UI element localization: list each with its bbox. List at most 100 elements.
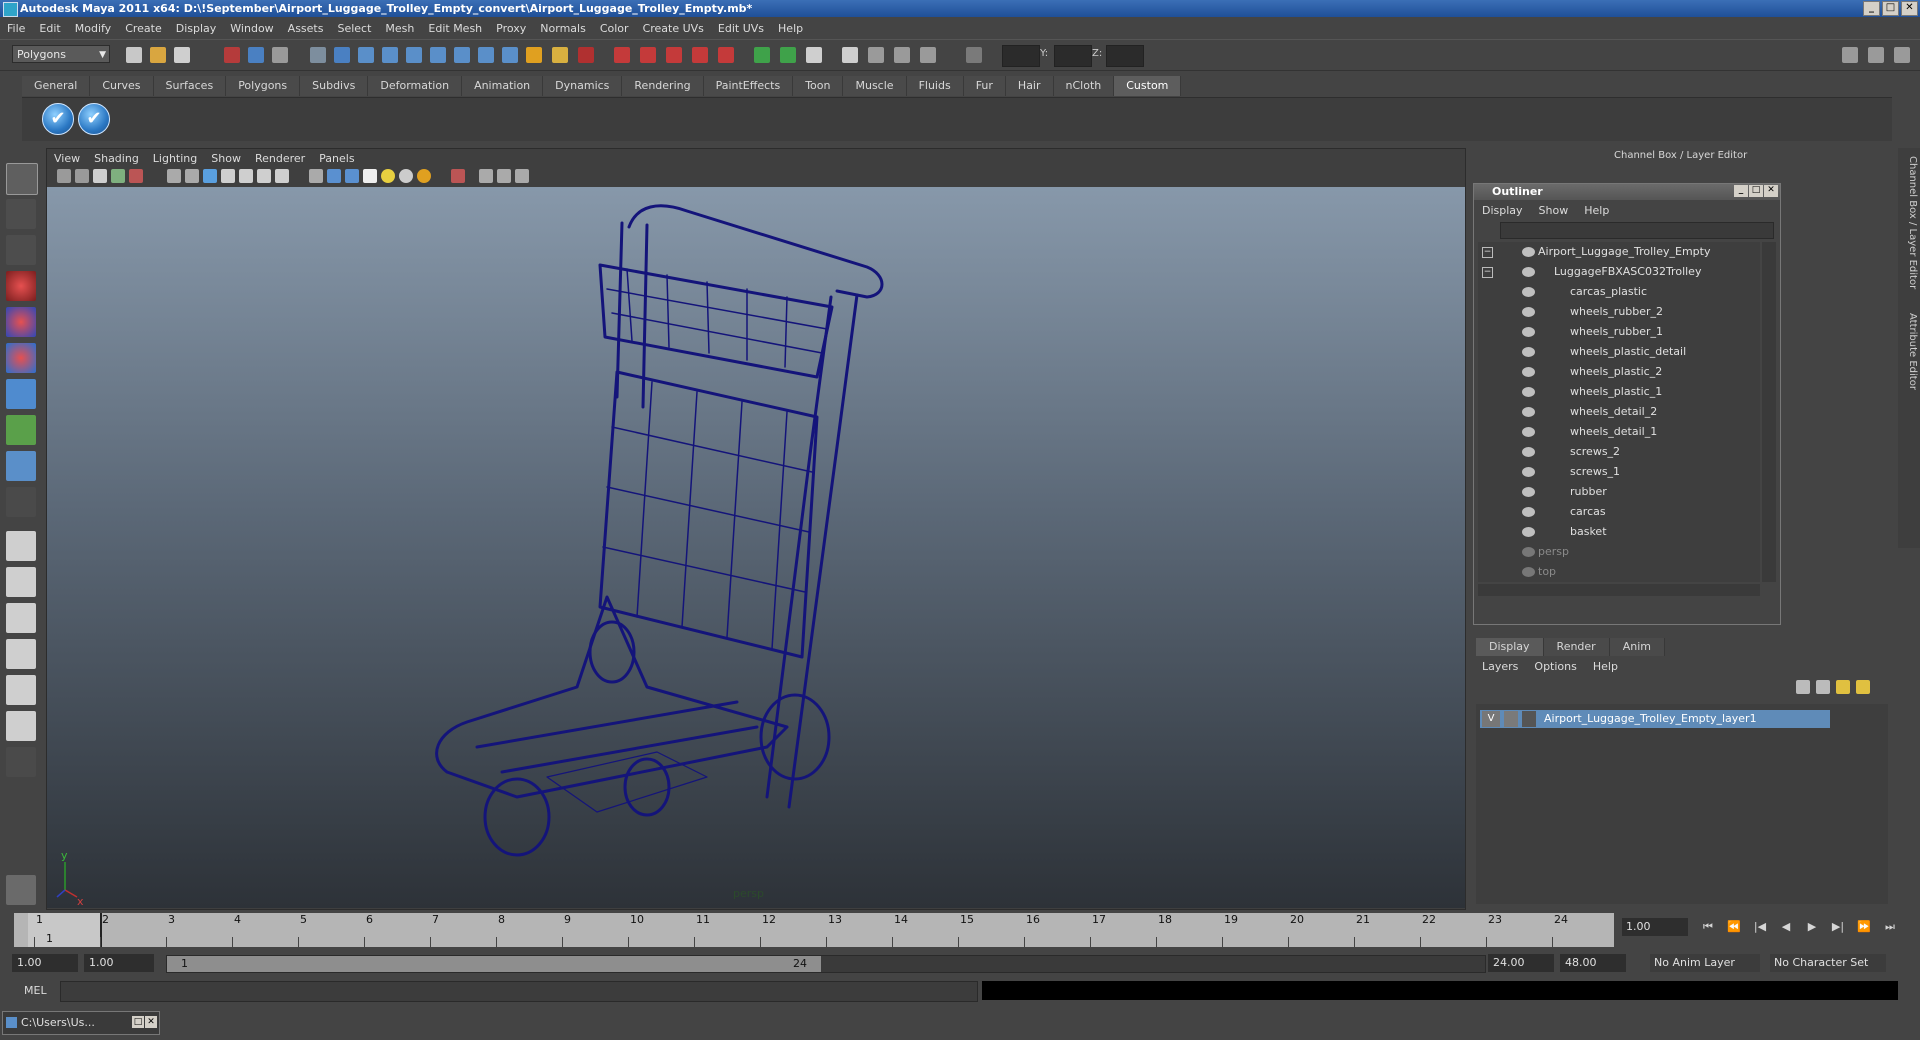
range-slider-handle[interactable]: 1 24 [167,956,821,972]
shelf-tab-toon[interactable]: Toon [793,76,844,96]
menu-select[interactable]: Select [330,22,378,35]
outliner-item[interactable]: carcas [1478,502,1760,522]
open-scene-icon[interactable] [150,47,166,63]
playback-start-field[interactable]: 1.00 [84,954,154,972]
character-set-selector[interactable]: No Character Set [1770,954,1886,972]
custom-shelf-check-icon-2[interactable]: ✔ [78,103,110,135]
all-lights-icon[interactable] [399,169,413,183]
menu-window[interactable]: Window [223,22,280,35]
shelf-tab-fluids[interactable]: Fluids [906,76,964,96]
menu-display[interactable]: Display [169,22,224,35]
select-locked-icon[interactable] [526,47,542,63]
grid-icon[interactable] [167,169,181,183]
menu-edit-mesh[interactable]: Edit Mesh [421,22,489,35]
menu-file[interactable]: File [0,22,32,35]
side-tab-channel-box[interactable]: Channel Box / Layer Editor [1900,156,1918,289]
shelf-tab-subdivs[interactable]: Subdivs [300,76,369,96]
outliner-menu-help[interactable]: Help [1576,204,1617,217]
vp-menu-panels[interactable]: Panels [312,152,361,165]
vp-menu-lighting[interactable]: Lighting [146,152,204,165]
shelf-tab-curves[interactable]: Curves [90,76,154,96]
2d-pan-zoom-icon[interactable] [129,169,143,183]
snap-point-icon[interactable] [640,47,656,63]
menu-assets[interactable]: Assets [281,22,331,35]
z-coord-field[interactable] [1106,45,1144,67]
wireframe-on-shaded-icon[interactable] [345,169,359,183]
go-to-start-button[interactable]: ⏮ [1700,920,1716,934]
select-deformations-icon[interactable] [430,47,446,63]
safe-action-icon[interactable] [257,169,271,183]
outliner-vertical-scrollbar[interactable] [1762,242,1776,582]
show-channel-box-icon[interactable] [1894,47,1910,63]
vp-menu-shading[interactable]: Shading [87,152,146,165]
isolate-select-icon[interactable] [451,169,465,183]
anim-layer-selector[interactable]: No Anim Layer [1650,954,1760,972]
highlight-selection-icon[interactable] [552,47,568,63]
shelf-tab-animation[interactable]: Animation [462,76,544,96]
menu-create[interactable]: Create [118,22,169,35]
playback-end-field[interactable]: 24.00 [1488,954,1554,972]
default-light-icon[interactable] [381,169,395,183]
outliner-menu-display[interactable]: Display [1474,204,1531,217]
render-view-icon[interactable] [842,47,858,63]
outliner-item[interactable]: persp [1478,542,1760,562]
time-slider[interactable]: 1 1 2 3 4 5 6 7 8 9 10 11 12 13 14 15 16 17 18 19 20 21 22 23 2… [14,913,1614,947]
hud-icon[interactable] [515,169,529,183]
persp-graph-layout-icon[interactable] [6,639,36,669]
layer-menu-help[interactable]: Help [1585,658,1626,676]
four-view-layout-icon[interactable] [6,567,36,597]
outliner-item[interactable]: − Airport_Luggage_Trolley_Empty [1478,242,1760,262]
vp-menu-view[interactable]: View [47,152,87,165]
close-button[interactable]: ✕ [1901,1,1918,16]
universal-manipulator-icon[interactable] [6,379,36,409]
shelf-tab-rendering[interactable]: Rendering [622,76,704,96]
select-by-component-icon[interactable] [272,47,288,63]
hypershade-layout-icon[interactable] [6,675,36,705]
xray-icon[interactable] [479,169,493,183]
outliner-item[interactable]: screws_1 [1478,462,1760,482]
lasso-tool-icon[interactable] [6,199,36,229]
layer-tab-render[interactable]: Render [1543,638,1610,656]
snap-live-icon[interactable] [692,47,708,63]
select-handles-icon[interactable] [334,47,350,63]
shelf-tab-ncloth[interactable]: nCloth [1053,76,1115,96]
field-chart-icon[interactable] [239,169,253,183]
lock-selection-icon[interactable] [310,47,326,63]
outliner-horizontal-scrollbar[interactable] [1478,584,1760,596]
film-gate-icon[interactable] [185,169,199,183]
layer-delete-icon[interactable] [1856,680,1870,694]
show-attribute-editor-icon[interactable] [1842,47,1858,63]
outliner-item[interactable]: wheels_rubber_2 [1478,302,1760,322]
minimize-button[interactable]: _ [1863,1,1880,16]
layer-menu-options[interactable]: Options [1526,658,1584,676]
persp-outliner-layout-icon[interactable] [6,603,36,633]
play-backwards-button[interactable]: ◀ [1778,920,1794,934]
shelf-tab-muscle[interactable]: Muscle [843,76,907,96]
restore-window-button[interactable]: □ [132,1016,144,1028]
outliner-item[interactable]: − LuggageFBXASC032Trolley [1478,262,1760,282]
graph-layout-icon[interactable] [6,711,36,741]
outliner-close-button[interactable]: ✕ [1764,185,1778,197]
animation-end-field[interactable]: 48.00 [1560,954,1626,972]
safe-title-icon[interactable] [275,169,289,183]
new-scene-icon[interactable] [126,47,142,63]
paint-select-tool-icon[interactable] [6,235,36,265]
outliner-item[interactable]: screws_2 [1478,442,1760,462]
shelf-tab-hair[interactable]: Hair [1005,76,1054,96]
outliner-menu-show[interactable]: Show [1531,204,1577,217]
ipr-render-icon[interactable] [894,47,910,63]
select-by-hierarchy-icon[interactable] [224,47,240,63]
show-manipulator-icon[interactable] [6,451,36,481]
render-frame-icon[interactable] [868,47,884,63]
play-forwards-button[interactable]: ▶ [1804,920,1820,934]
layer-visibility-toggle[interactable]: V [1482,711,1500,727]
layer-row[interactable]: V Airport_Luggage_Trolley_Empty_layer1 [1480,710,1830,728]
animation-start-field[interactable]: 1.00 [12,954,78,972]
perspective-viewport[interactable]: y x persp [47,187,1465,908]
new-layer-icon[interactable] [1796,680,1810,694]
menu-color[interactable]: Color [593,22,636,35]
make-live-icon[interactable] [718,47,734,63]
scale-tool-icon[interactable] [6,343,36,373]
outliner-item[interactable]: wheels_plastic_2 [1478,362,1760,382]
outliner-filter-input[interactable] [1500,222,1774,239]
